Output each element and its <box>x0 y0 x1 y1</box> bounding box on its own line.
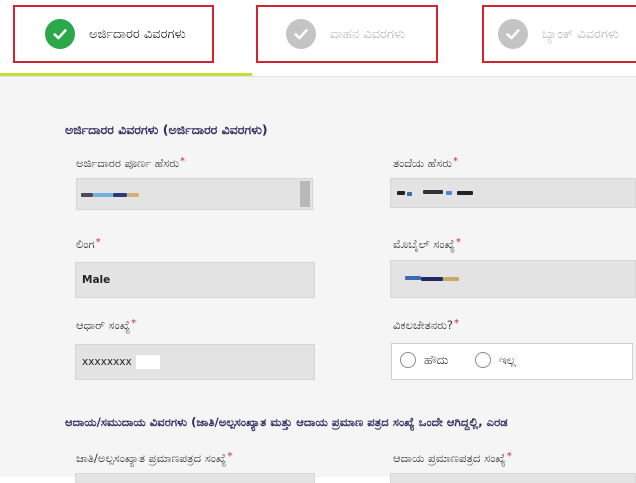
step-label: ವಾಹನ ವಿವರಗಳು <box>330 26 406 42</box>
redacted-text <box>405 276 421 280</box>
disabled-yes-radio[interactable] <box>400 352 416 368</box>
required-marker: * <box>452 156 458 167</box>
step-bank-details[interactable]: ಬ್ಯಾಂಕ್ ವಿವರಗಳು <box>482 5 636 63</box>
father-name-label: ತಂದೆಯ ಹೆಸರು* <box>393 156 458 171</box>
step-label: ಅರ್ಜಿದಾರರ ವಿವರಗಳು <box>89 26 186 42</box>
gender-field[interactable]: Male <box>75 262 315 298</box>
step-vehicle-details[interactable]: ವಾಹನ ವಿವರಗಳು <box>256 5 438 63</box>
disabled-label-text: ವಿಕಲಚೇತನರು? <box>393 318 454 332</box>
redacted-text <box>421 277 443 281</box>
redacted-text <box>81 193 93 197</box>
aadhaar-value: xxxxxxxx <box>82 356 132 368</box>
father-name-input[interactable] <box>390 178 636 208</box>
check-icon <box>286 19 316 49</box>
applicant-section-title: ಅರ್ಜಿದಾರರ ವಿವರಗಳು (ಅರ್ಜಿದಾರರ ವಿವರಗಳು) <box>65 122 268 137</box>
aadhaar-field[interactable]: xxxxxxxx <box>75 344 315 380</box>
mobile-label: ಮೊಬೈಲ್ ಸಂಖ್ಯೆ* <box>393 237 461 252</box>
income-cert-input[interactable] <box>390 473 636 483</box>
disabled-radio-group: ಹೌದು ಇಲ್ಲ <box>391 343 633 380</box>
redacted-text <box>446 191 452 195</box>
caste-cert-input[interactable] <box>75 473 315 483</box>
redacted-text <box>127 193 139 197</box>
full-name-label: ಅರ್ಜಿದಾರರ ಪೂರ್ಣ ಹೆಸರು* <box>76 156 185 171</box>
redacted-text <box>93 193 113 197</box>
redacted-text <box>113 193 127 197</box>
full-name-input[interactable] <box>76 178 313 210</box>
redacted-text <box>443 277 459 281</box>
gender-label-text: ಲಿಂಗ <box>76 237 95 251</box>
disabled-label: ವಿಕಲಚೇತನರು?* <box>393 318 459 333</box>
redaction-mask <box>136 355 160 369</box>
mobile-input[interactable] <box>390 260 636 298</box>
required-marker: * <box>454 318 460 329</box>
father-name-label-text: ತಂದೆಯ ಹೆಸರು <box>393 156 452 170</box>
redacted-text <box>423 190 443 194</box>
redacted-text <box>407 192 412 196</box>
income-section-title: ಆದಾಯ/ಸಮುದಾಯ ವಿವರಗಳು (ಜಾತಿ/ಅಲ್ಪಸಂಖ್ಯಾತ ಮತ… <box>65 415 508 429</box>
mobile-label-text: ಮೊಬೈಲ್ ಸಂಖ್ಯೆ <box>393 237 455 251</box>
check-icon <box>498 19 528 49</box>
redacted-text <box>397 191 405 195</box>
gender-value: Male <box>82 274 111 286</box>
gender-label: ಲಿಂಗ* <box>76 237 101 252</box>
disabled-yes-label[interactable]: ಹೌದು <box>424 353 448 368</box>
required-marker: * <box>95 237 101 248</box>
aadhaar-label-text: ಆಧಾರ್ ಸಂಖ್ಯೆ <box>76 318 131 332</box>
step-header: ಅರ್ಜಿದಾರರ ವಿವರಗಳು ವಾಹನ ವಿವರಗಳು ಬ್ಯಾಂಕ್ ವ… <box>0 0 636 77</box>
required-marker: * <box>227 451 233 462</box>
applicant-form: ಅರ್ಜಿದಾರರ ವಿವರಗಳು (ಅರ್ಜಿದಾರರ ವಿವರಗಳು) ಅರ… <box>0 77 636 483</box>
caste-cert-label: ಜಾತಿ/ಅಲ್ಪಸಂಖ್ಯಾತ ಪ್ರಮಾಣಪತ್ರದ ಸಂಖ್ಯೆ* <box>76 451 232 466</box>
caste-cert-label-text: ಜಾತಿ/ಅಲ್ಪಸಂಖ್ಯಾತ ಪ್ರಮಾಣಪತ್ರದ ಸಂಖ್ಯೆ <box>76 451 227 465</box>
step-applicant-details[interactable]: ಅರ್ಜಿದಾರರ ವಿವರಗಳು <box>13 5 214 63</box>
required-marker: * <box>506 451 512 462</box>
redacted-text <box>457 191 473 195</box>
check-icon <box>45 19 75 49</box>
income-cert-label-text: ಆದಾಯ ಪ್ರಮಾಣಪತ್ರದ ಸಂಖ್ಯೆ <box>393 451 506 465</box>
disabled-no-radio[interactable] <box>475 352 491 368</box>
disabled-no-label[interactable]: ಇಲ್ಲ <box>499 353 516 368</box>
step-label: ಬ್ಯಾಂಕ್ ವಿವರಗಳು <box>542 26 620 42</box>
aadhaar-label: ಆಧಾರ್ ಸಂಖ್ಯೆ* <box>76 318 136 333</box>
step-progress-bar <box>0 73 252 76</box>
required-marker: * <box>131 318 137 329</box>
required-marker: * <box>455 237 461 248</box>
input-scrollbar[interactable] <box>300 181 310 207</box>
required-marker: * <box>180 156 186 167</box>
income-cert-label: ಆದಾಯ ಪ್ರಮಾಣಪತ್ರದ ಸಂಖ್ಯೆ* <box>393 451 512 466</box>
full-name-label-text: ಅರ್ಜಿದಾರರ ಪೂರ್ಣ ಹೆಸರು <box>76 156 180 170</box>
